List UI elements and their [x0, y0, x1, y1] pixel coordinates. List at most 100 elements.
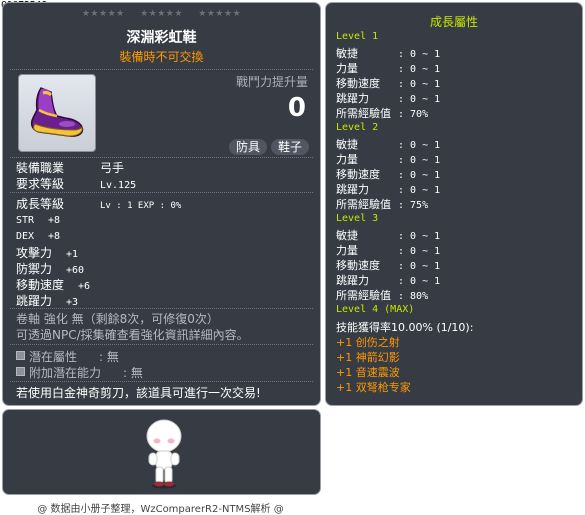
- growth-level-heading: Level 3: [336, 213, 379, 224]
- required-job-label: 裝備職業: [16, 161, 65, 175]
- growth-stat-value: : 0 ~ 1: [398, 246, 441, 257]
- category-tag-armor: 防具: [229, 139, 268, 155]
- stat-row: 防禦力 +60: [16, 260, 84, 277]
- stat-value: +1: [66, 249, 79, 260]
- growth-stat-line: 力量: 0 ~ 1: [336, 60, 440, 76]
- growth-panel-title: 成長屬性: [429, 15, 478, 29]
- scissors-trade-note: 若使用白金神奇剪刀，該道具可進行一次交易!: [16, 386, 261, 400]
- growth-stat-line: 敏捷 : 0 ~ 1: [336, 45, 440, 61]
- growth-level-label: 成長等級: [16, 197, 65, 211]
- stat-label: 防禦力: [16, 262, 53, 276]
- potential-label: 潛在屬性: [29, 350, 78, 364]
- npc-enhance-info: 可透過NPC/採集確查看強化資訊詳細內容。: [16, 328, 249, 342]
- item-tooltip-panel: ★★★★★ ★★★★★ ★★★★★ 深淵彩虹鞋 裝備時不可交換 戰鬥力提升量 0…: [2, 2, 321, 406]
- purple-gold-shoe-icon: [30, 87, 84, 137]
- growth-stat-value: : 80%: [398, 291, 429, 302]
- growth-stat-line: 敏捷 : 0 ~ 1: [336, 136, 440, 152]
- growth-stat-label: 所需經驗值: [336, 198, 391, 211]
- scroll-enhance-info: 卷軸 強化 無（剩餘8次，可修復0次）: [16, 312, 219, 326]
- stat-value: +60: [66, 265, 85, 276]
- star-group: ★★★★★: [140, 9, 183, 19]
- potential-checkbox-icon: [16, 351, 25, 360]
- required-level-value: Lv.125: [100, 180, 137, 191]
- divider: [10, 157, 313, 158]
- growth-stat-line: 跳躍力: 0 ~ 1: [336, 272, 440, 288]
- growth-level-heading: Level 1: [336, 31, 379, 42]
- growth-stat-line: 跳躍力 : 0 ~ 1: [336, 90, 440, 106]
- growth-level-heading: Level 2: [336, 122, 379, 133]
- stat-row: STR +8: [16, 212, 60, 226]
- growth-stat-line: 移動速度 : 0 ~ 1: [336, 75, 440, 91]
- character-preview-icon: [146, 419, 182, 489]
- growth-stat-value: : 0 ~ 1: [398, 185, 441, 196]
- growth-stat-line: 力量: 0 ~ 1: [336, 242, 440, 258]
- growth-stat-label: 敏捷: [336, 47, 358, 60]
- growth-stat-label: 力量: [336, 62, 358, 75]
- divider: [10, 192, 313, 193]
- skill-bonus-line: +1 音速震波: [336, 366, 400, 379]
- skill-bonus-line: +1 神箭幻影: [336, 351, 400, 364]
- growth-stat-label: 所需經驗值: [336, 107, 391, 120]
- stat-value: +8: [48, 231, 61, 242]
- bonus-potential-checkbox-icon: [16, 367, 25, 376]
- required-level-row: 要求等級 Lv.125: [16, 175, 136, 192]
- required-job-value: 弓手: [100, 161, 125, 175]
- divider: [10, 308, 313, 309]
- growth-max-level-heading: Level 4 (MAX): [336, 304, 415, 315]
- stat-row: 跳躍力 +3: [16, 292, 78, 309]
- power-increase-label: 戰鬥力提升量: [235, 75, 308, 89]
- skill-acquire-rate: 技能獲得率10.00% (1/10):: [336, 321, 474, 334]
- divider: [10, 381, 313, 382]
- divider: [10, 344, 313, 345]
- growth-level-row: 成長等級 Lv : 1 EXP : 0%: [16, 195, 181, 212]
- category-tag-shoes: 鞋子: [271, 139, 310, 155]
- power-increase-value: 0: [287, 93, 306, 123]
- growth-stat-label: 所需經驗值: [336, 289, 391, 302]
- growth-stat-value: : 70%: [398, 109, 429, 120]
- growth-stat-label: 移動速度: [336, 168, 380, 181]
- growth-stat-label: 跳躍力: [336, 183, 369, 196]
- growth-stat-label: 力量: [336, 153, 358, 166]
- growth-stat-value: : 0 ~ 1: [398, 231, 441, 242]
- stat-row: 移動速度 +6: [16, 276, 90, 293]
- star-force-stars: ★★★★★ ★★★★★ ★★★★★: [3, 9, 320, 19]
- stat-value: +3: [66, 297, 79, 308]
- stat-row: DEX +8: [16, 228, 60, 242]
- stat-label: 攻擊力: [16, 246, 53, 260]
- trade-restriction-note: 裝備時不可交換: [119, 50, 204, 64]
- skill-bonus-line: +1 创伤之射: [336, 336, 400, 349]
- growth-stat-line: 所需經驗值 : 70%: [336, 105, 428, 121]
- star-group: ★★★★★: [198, 9, 242, 19]
- growth-stat-line: 所需經驗值: 75%: [336, 196, 428, 212]
- growth-stat-value: : 0 ~ 1: [398, 49, 441, 60]
- growth-level-value: Lv : 1 EXP : 0%: [100, 201, 182, 211]
- stat-value: +8: [48, 215, 61, 226]
- bonus-potential-label: 附加潛在能力: [29, 366, 102, 380]
- growth-stat-value: : 0 ~ 1: [398, 276, 441, 287]
- growth-stat-line: 移動速度: 0 ~ 1: [336, 166, 440, 182]
- growth-stat-line: 移動速度 : 0 ~ 1: [336, 257, 440, 273]
- footer-credit: @ 数据由小册子整理，WzComparerR2-NTMS解析 @: [37, 504, 284, 515]
- growth-stat-line: 所需經驗值 : 80%: [336, 287, 428, 303]
- stat-value: +6: [78, 281, 91, 292]
- stat-label: 移動速度: [16, 278, 65, 292]
- growth-stat-label: 移動速度: [336, 259, 380, 272]
- growth-stat-value: : 0 ~ 1: [398, 94, 441, 105]
- growth-stat-value: : 0 ~ 1: [398, 79, 441, 90]
- stat-row: 攻擊力 +1: [16, 244, 78, 261]
- stat-label: 跳躍力: [16, 294, 53, 308]
- potential-value: : 無: [99, 350, 119, 364]
- growth-stat-line: 力量: 0 ~ 1: [336, 151, 440, 167]
- divider: [10, 69, 313, 70]
- required-job-row: 裝備職業 弓手: [16, 159, 124, 176]
- item-icon-frame: [18, 74, 96, 152]
- growth-stat-label: 移動速度: [336, 77, 380, 90]
- growth-stat-label: 跳躍力: [336, 92, 369, 105]
- character-preview-panel: [2, 409, 321, 495]
- growth-attributes-panel: 成長屬性 Level 1 敏捷: 0 ~ 1 力量: 0 ~ 1 移動速度: 0…: [325, 2, 583, 406]
- potential-row: 潛在屬性 : 無: [16, 348, 119, 365]
- growth-stat-value: : 0 ~ 1: [398, 261, 441, 272]
- growth-stat-value: : 0 ~ 1: [398, 140, 441, 151]
- growth-stat-line: 跳躍力 : 0 ~ 1: [336, 181, 440, 197]
- growth-stat-label: 敏捷: [336, 138, 358, 151]
